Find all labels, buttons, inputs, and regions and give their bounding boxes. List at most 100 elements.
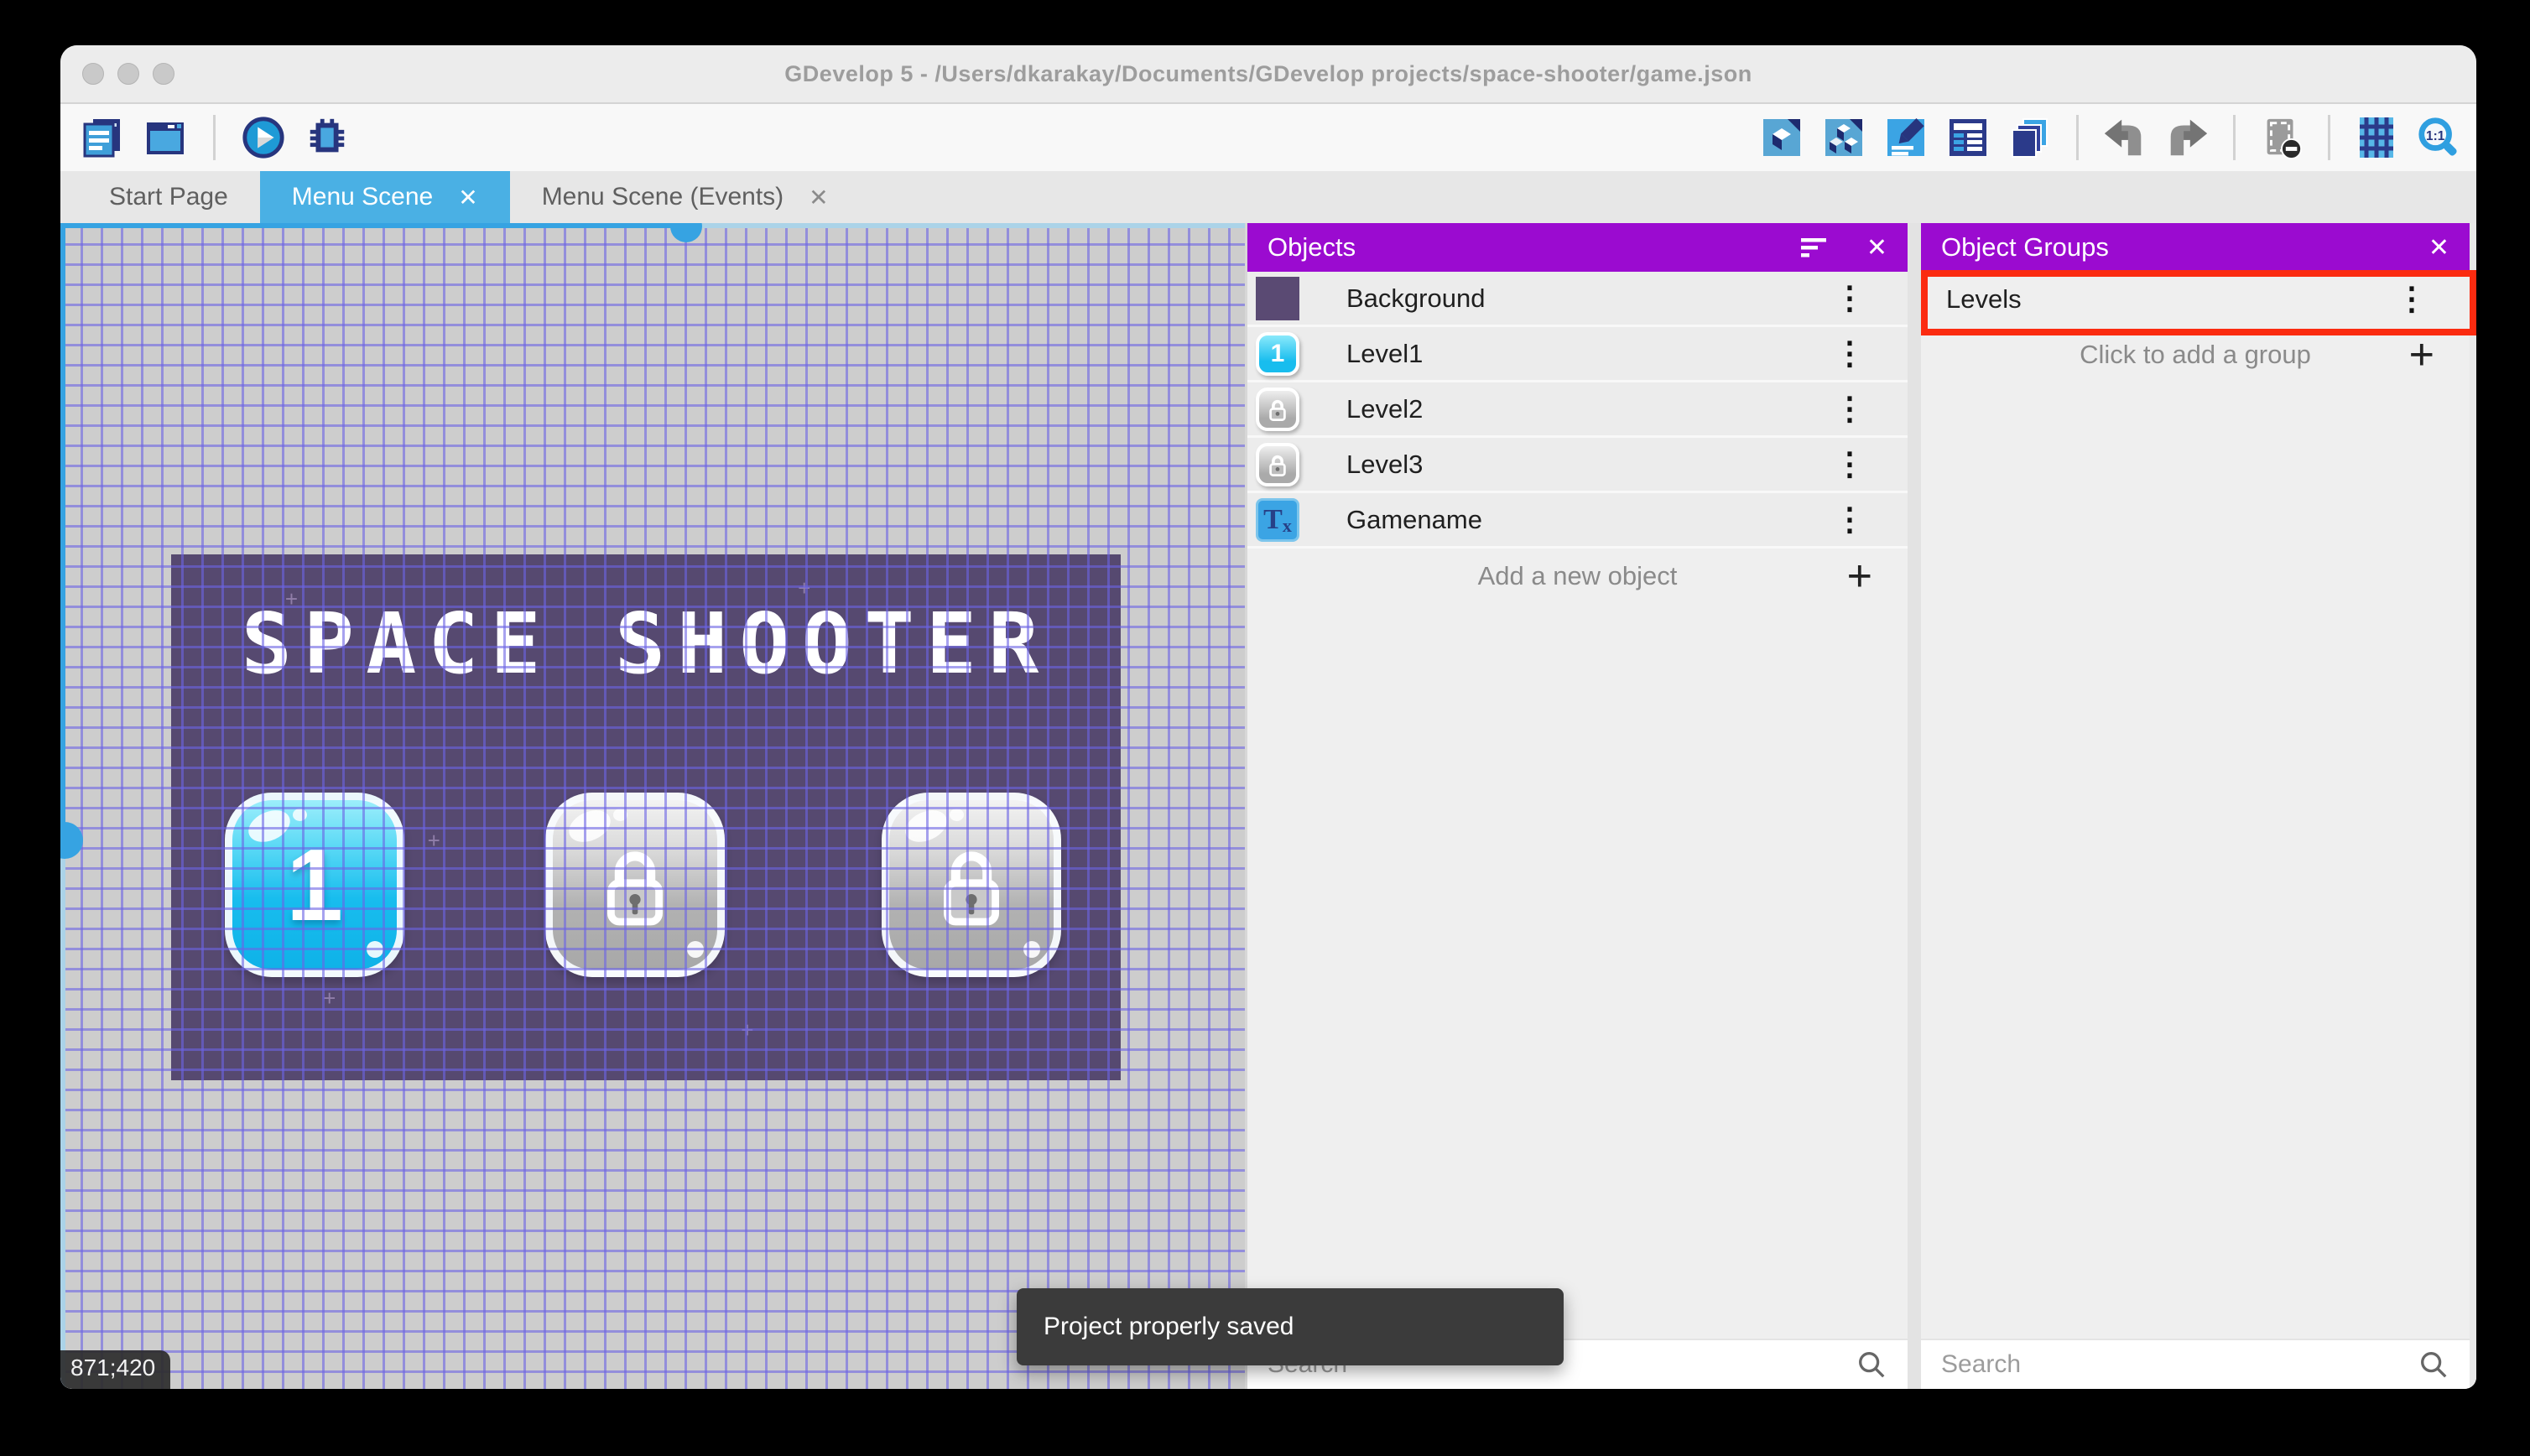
group-row-levels[interactable]: Levels ⋮	[1921, 272, 2470, 327]
gloss-highlight	[367, 941, 383, 958]
objects-editor-icon[interactable]	[1759, 114, 1804, 161]
toolbar-separator	[213, 115, 216, 160]
undo-icon[interactable]	[2102, 114, 2147, 161]
add-object-button[interactable]: Add a new object +	[1247, 549, 1908, 604]
close-panel-icon[interactable]: ✕	[1866, 233, 1887, 263]
group-menu-icon[interactable]: ⋮	[2396, 283, 2428, 315]
object-row-background[interactable]: Background ⋮	[1247, 272, 1908, 327]
object-row-level1[interactable]: 1 Level1 ⋮	[1247, 327, 1908, 382]
play-preview-icon[interactable]	[241, 114, 286, 161]
minimize-window-icon[interactable]	[117, 63, 139, 85]
object-row-level3[interactable]: Level3 ⋮	[1247, 438, 1908, 493]
tab-start-page[interactable]: Start Page	[77, 171, 260, 223]
level3-button[interactable]	[882, 793, 1061, 977]
level2-button[interactable]	[545, 793, 725, 977]
level3-thumbnail	[1256, 443, 1299, 486]
project-manager-icon[interactable]	[79, 114, 124, 161]
object-menu-icon[interactable]: ⋮	[1834, 393, 1866, 425]
lock-icon	[1265, 452, 1290, 477]
add-object-label: Add a new object	[1478, 561, 1678, 591]
background-thumbnail	[1256, 277, 1299, 320]
search-icon	[2418, 1349, 2449, 1381]
object-groups-editor-icon[interactable]	[1821, 114, 1866, 161]
object-menu-icon[interactable]: ⋮	[1834, 338, 1866, 370]
window-mask-icon[interactable]	[2259, 114, 2304, 161]
text-object-thumbnail: Tx	[1256, 498, 1299, 542]
layers-editor-icon[interactable]	[2007, 114, 2053, 161]
horizontal-scrollbar-track[interactable]	[685, 223, 1245, 228]
zoom-original-icon[interactable]: 1:1	[2416, 114, 2461, 161]
close-panel-icon[interactable]: ✕	[2428, 233, 2449, 263]
object-groups-panel: Object Groups ✕ Levels ⋮ Click to add a …	[1921, 223, 2476, 1389]
toolbar-separator	[2328, 115, 2330, 160]
tab-close-icon[interactable]: ✕	[809, 184, 828, 211]
vertical-scrollbar-thumb[interactable]	[60, 822, 83, 859]
objects-panel-header: Objects ✕	[1247, 223, 1908, 272]
properties-icon[interactable]	[1883, 114, 1929, 161]
title-bar: GDevelop 5 - /Users/dkarakay/Documents/G…	[60, 45, 2476, 104]
cursor-coordinates-badge: 871;420	[60, 1350, 170, 1389]
window-title: GDevelop 5 - /Users/dkarakay/Documents/G…	[784, 61, 1752, 87]
objects-panel-empty-space	[1247, 604, 1908, 1339]
star-sparkle: +	[741, 1017, 753, 1043]
instances-list-icon[interactable]	[1945, 114, 1991, 161]
plus-icon: +	[1847, 554, 1872, 598]
toggle-grid-icon[interactable]	[2354, 114, 2399, 161]
object-row-level2[interactable]: Level2 ⋮	[1247, 382, 1908, 438]
gloss-highlight	[950, 809, 964, 821]
groups-panel-title: Object Groups	[1941, 232, 2109, 263]
main-area: + + + + + + SPACE SHOOTER 1	[60, 223, 2476, 1389]
object-name: Gamename	[1346, 505, 1482, 535]
zoom-ratio-label: 1:1	[2426, 129, 2445, 143]
groups-panel-empty-space	[1921, 382, 2470, 1339]
star-sparkle: +	[428, 828, 440, 854]
groups-search-input[interactable]	[1941, 1350, 2418, 1379]
object-menu-icon[interactable]: ⋮	[1834, 504, 1866, 536]
level1-thumbnail: 1	[1256, 332, 1299, 376]
object-row-gamename[interactable]: Tx Gamename ⋮	[1247, 493, 1908, 549]
horizontal-scrollbar-thumb[interactable]	[670, 223, 702, 242]
zoom-window-icon[interactable]	[153, 63, 174, 85]
gloss-highlight	[293, 809, 307, 821]
level1-button[interactable]: 1	[225, 793, 404, 977]
plus-icon: +	[2409, 333, 2434, 377]
scene-editor-canvas[interactable]: + + + + + + SPACE SHOOTER 1	[60, 223, 1245, 1389]
object-name: Level1	[1346, 339, 1423, 369]
horizontal-scrollbar-track[interactable]	[60, 223, 685, 228]
gloss-highlight	[1023, 941, 1040, 958]
save-toast: Project properly saved	[1017, 1288, 1564, 1365]
tab-menu-scene-events[interactable]: Menu Scene (Events) ✕	[510, 171, 861, 223]
star-sparkle: +	[323, 985, 336, 1011]
gloss-highlight	[687, 941, 704, 958]
toolbar-separator	[2233, 115, 2236, 160]
tab-menu-scene[interactable]: Menu Scene ✕	[260, 171, 510, 223]
object-name: Level3	[1346, 450, 1423, 480]
game-title-text[interactable]: SPACE SHOOTER	[171, 595, 1121, 693]
groups-panel-header: Object Groups ✕	[1921, 223, 2470, 272]
gdevelop-window: GDevelop 5 - /Users/dkarakay/Documents/G…	[60, 45, 2476, 1389]
panel-divider[interactable]	[1908, 223, 1921, 1389]
close-window-icon[interactable]	[82, 63, 104, 85]
vertical-scrollbar-track[interactable]	[60, 842, 65, 1389]
lock-icon	[925, 839, 1018, 931]
scene-window-icon[interactable]	[143, 114, 188, 161]
search-icon	[1856, 1349, 1887, 1381]
gloss-highlight	[613, 809, 627, 821]
vertical-scrollbar-track[interactable]	[60, 223, 65, 842]
redo-icon[interactable]	[2164, 114, 2210, 161]
object-menu-icon[interactable]: ⋮	[1834, 283, 1866, 315]
tab-label: Menu Scene (Events)	[542, 183, 783, 211]
tab-close-icon[interactable]: ✕	[458, 184, 477, 211]
level2-thumbnail	[1256, 387, 1299, 431]
tab-bar: Start Page Menu Scene ✕ Menu Scene (Even…	[60, 171, 2476, 223]
groups-search-bar	[1921, 1339, 2470, 1389]
filter-icon[interactable]	[1801, 236, 1830, 259]
debug-preview-icon[interactable]	[305, 114, 350, 161]
add-group-button[interactable]: Click to add a group +	[1921, 327, 2470, 382]
toolbar-right: 1:1	[1759, 114, 2461, 161]
tab-label: Start Page	[109, 183, 228, 211]
toolbar-left	[79, 114, 350, 161]
scene-background[interactable]: + + + + + + SPACE SHOOTER 1	[171, 554, 1121, 1080]
toolbar: 1:1	[60, 104, 2476, 171]
object-menu-icon[interactable]: ⋮	[1834, 449, 1866, 481]
